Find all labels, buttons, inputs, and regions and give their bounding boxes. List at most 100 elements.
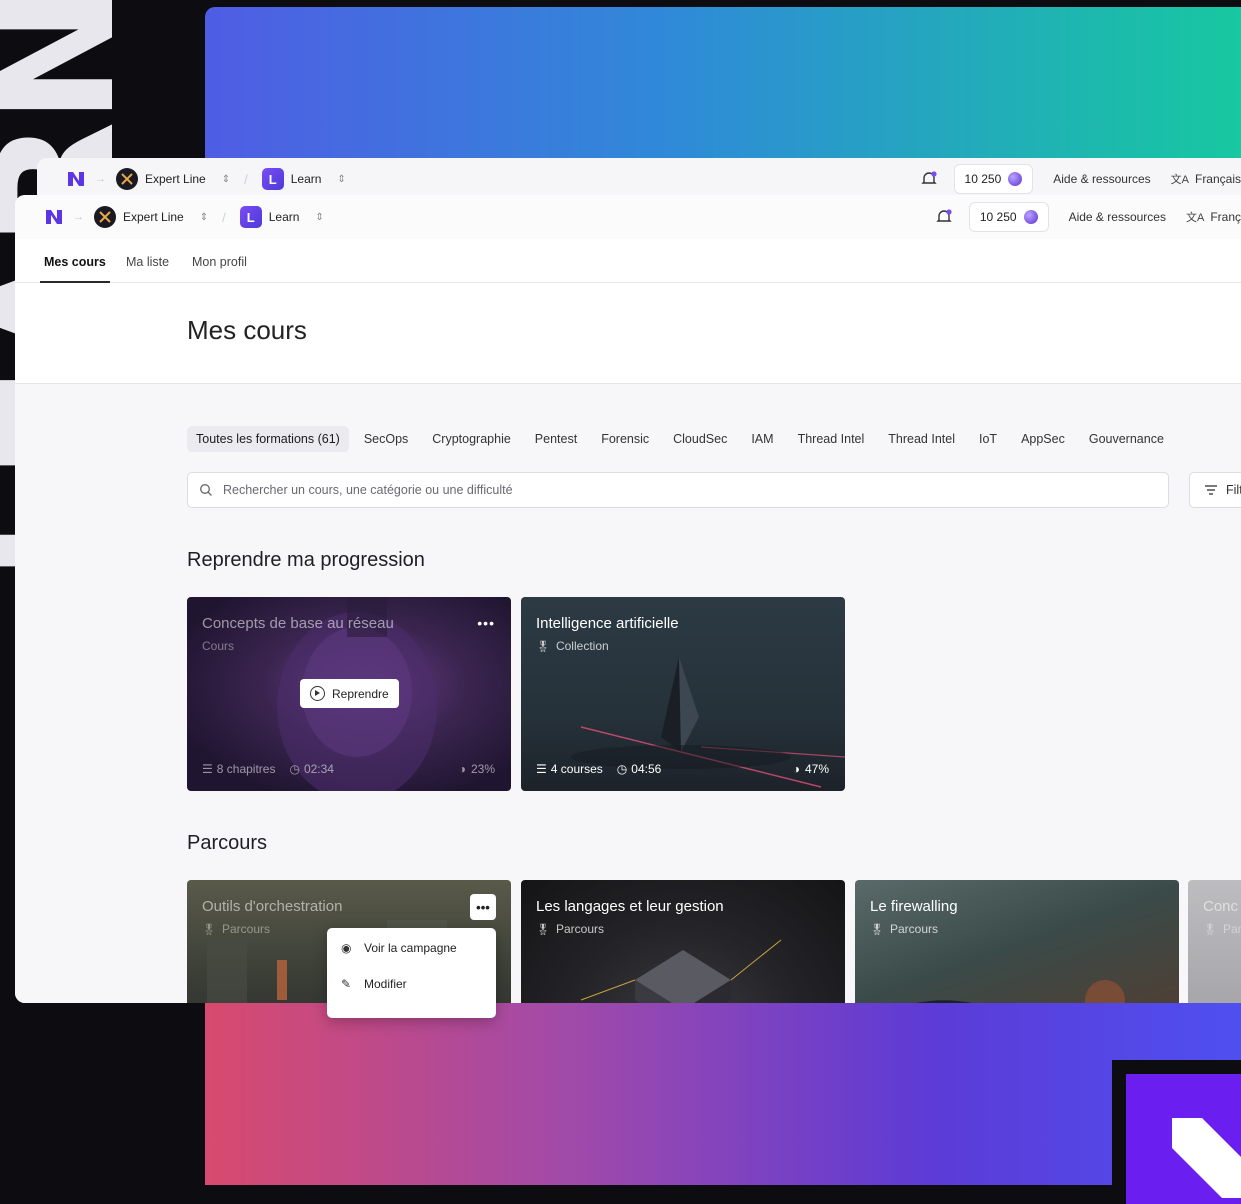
- path-card[interactable]: Les langages et leur gestion 🎖 Parcours: [521, 880, 845, 1003]
- course-card[interactable]: Intelligence artificielle 🎖 Collection ☰…: [521, 597, 845, 791]
- app-logo-icon[interactable]: [67, 170, 85, 188]
- org-logo-icon[interactable]: [94, 206, 116, 228]
- filter-chip[interactable]: Thread Intel: [879, 426, 964, 452]
- category-filters: Toutes les formations (61) SecOps Crypto…: [187, 426, 1179, 452]
- card-progress: ◑ 47%: [793, 762, 829, 776]
- tab-mon-profil[interactable]: Mon profil: [192, 239, 247, 282]
- filter-chip[interactable]: Gouvernance: [1080, 426, 1173, 452]
- language-selector[interactable]: 文A Français: [1171, 171, 1241, 187]
- coin-icon: [1023, 210, 1038, 224]
- tab-bar: Mes cours Ma liste Mon profil: [15, 239, 1241, 283]
- filter-chip[interactable]: Pentest: [526, 426, 586, 452]
- filter-chip[interactable]: IAM: [742, 426, 782, 452]
- learn-app-icon[interactable]: L: [261, 168, 284, 190]
- filter-chip[interactable]: CloudSec: [664, 426, 736, 452]
- card-type-label: Parcours: [221, 922, 270, 936]
- language-label: Franç: [1210, 210, 1241, 224]
- eye-icon: ◉: [341, 941, 352, 955]
- credits-badge[interactable]: 10 250: [968, 202, 1049, 232]
- bell-icon[interactable]: [935, 208, 953, 226]
- more-options-icon[interactable]: •••: [477, 615, 495, 631]
- filter-chip[interactable]: Toutes les formations (61): [187, 426, 349, 452]
- medal-icon: 🎖: [536, 640, 550, 653]
- breadcrumb-separator: /: [244, 171, 248, 187]
- more-options-button[interactable]: •••: [470, 894, 496, 920]
- filter-button[interactable]: Filt: [1189, 472, 1241, 508]
- back-window: → Expert Line ⇕ / L Learn ⇕ 10 250 Aide …: [37, 158, 1241, 200]
- chevron-updown-icon[interactable]: ⇕: [315, 212, 323, 223]
- filter-button-label: Filt: [1226, 483, 1241, 497]
- section-title-progress: Reprendre ma progression: [187, 549, 425, 571]
- filter-chip[interactable]: SecOps: [355, 426, 417, 452]
- chevron-updown-icon[interactable]: ⇕: [222, 174, 230, 185]
- card-title: Outils d'orchestration: [202, 898, 343, 915]
- chapters-icon: ☰: [202, 762, 213, 776]
- language-selector[interactable]: 文A Franç: [1186, 209, 1241, 225]
- path-card[interactable]: Conc 🎖 Parc: [1188, 880, 1241, 1003]
- card-type-label: Parcours: [889, 922, 938, 936]
- credits-badge[interactable]: 10 250: [953, 164, 1034, 194]
- main-content: Toutes les formations (61) SecOps Crypto…: [15, 383, 1241, 1003]
- menu-item-label: Modifier: [364, 977, 407, 991]
- filter-icon: [1205, 485, 1217, 495]
- card-count: 8 chapitres: [216, 762, 276, 776]
- chevron-updown-icon[interactable]: ⇕: [337, 174, 345, 185]
- translate-icon: 文A: [1170, 174, 1189, 186]
- filter-chip[interactable]: Cryptographie: [423, 426, 520, 452]
- arrow-icon: →: [73, 211, 84, 223]
- chevron-updown-icon[interactable]: ⇕: [200, 212, 208, 223]
- app-name[interactable]: Learn: [269, 210, 300, 224]
- card-type-label: Parc: [1222, 922, 1241, 936]
- medal-icon: 🎖: [536, 923, 550, 936]
- resume-button[interactable]: Reprendre: [300, 679, 399, 708]
- card-title: Les langages et leur gestion: [536, 898, 724, 915]
- gradient-banner-bottom: [205, 1000, 1241, 1185]
- card-type-label: Cours: [202, 639, 235, 653]
- main-window: → Expert Line ⇕ / L Learn ⇕ 10 250 Aide …: [15, 195, 1241, 1003]
- card-meta: ☰ 4 courses ◷ 04:56: [536, 762, 665, 776]
- path-card[interactable]: Le firewalling 🎖 Parcours: [855, 880, 1179, 1003]
- app-name[interactable]: Learn: [291, 172, 322, 186]
- card-progress: ◑ 23%: [459, 762, 495, 776]
- filter-chip[interactable]: Thread Intel: [789, 426, 874, 452]
- chapters-icon: ☰: [536, 762, 547, 776]
- filter-chip[interactable]: AppSec: [1012, 426, 1074, 452]
- search-input[interactable]: [221, 482, 1125, 498]
- arrow-icon: →: [95, 173, 106, 185]
- translate-icon: 文A: [1185, 212, 1205, 224]
- edit-icon: ✎: [341, 977, 352, 991]
- resume-label: Reprendre: [332, 686, 389, 701]
- card-type-label: Parcours: [555, 922, 604, 936]
- card-count: 4 courses: [550, 762, 603, 776]
- menu-item-view-campaign[interactable]: ◉ Voir la campagne: [341, 941, 457, 955]
- org-name[interactable]: Expert Line: [123, 210, 184, 224]
- medal-icon: 🎖: [202, 923, 216, 936]
- app-logo-icon[interactable]: [45, 208, 63, 226]
- card-title: Conc: [1203, 898, 1239, 915]
- tab-ma-liste[interactable]: Ma liste: [126, 239, 169, 282]
- help-link[interactable]: Aide & ressources: [1069, 210, 1166, 224]
- menu-item-edit[interactable]: ✎ Modifier: [341, 977, 407, 991]
- card-type: 🎖 Collection: [536, 639, 609, 653]
- course-card[interactable]: Concepts de base au réseau Cours ••• Rep…: [187, 597, 511, 791]
- org-name[interactable]: Expert Line: [145, 172, 206, 186]
- filter-chip[interactable]: Forensic: [592, 426, 658, 452]
- coin-icon: [1008, 172, 1023, 186]
- medal-icon: 🎖: [870, 923, 884, 936]
- tab-mes-cours[interactable]: Mes cours: [40, 239, 110, 283]
- progress-pie-icon: ◑: [792, 762, 800, 776]
- search-icon: [200, 484, 212, 496]
- org-logo-icon[interactable]: [116, 168, 138, 190]
- help-link[interactable]: Aide & ressources: [1053, 172, 1150, 186]
- learn-app-icon[interactable]: L: [239, 206, 262, 228]
- credits-value: 10 250: [964, 172, 1002, 186]
- card-options-menu: ◉ Voir la campagne ✎ Modifier: [327, 928, 496, 1018]
- progress-pie-icon: ◑: [458, 762, 466, 776]
- filter-chip[interactable]: IoT: [970, 426, 1006, 452]
- card-meta: ☰ 8 chapitres ◷ 02:34: [202, 762, 338, 776]
- bell-icon[interactable]: [920, 170, 938, 188]
- clock-icon: ◷: [616, 762, 628, 776]
- section-title-paths: Parcours: [187, 832, 268, 854]
- back-topbar: → Expert Line ⇕ / L Learn ⇕ 10 250 Aide …: [37, 158, 1241, 200]
- card-duration: 02:34: [303, 762, 334, 776]
